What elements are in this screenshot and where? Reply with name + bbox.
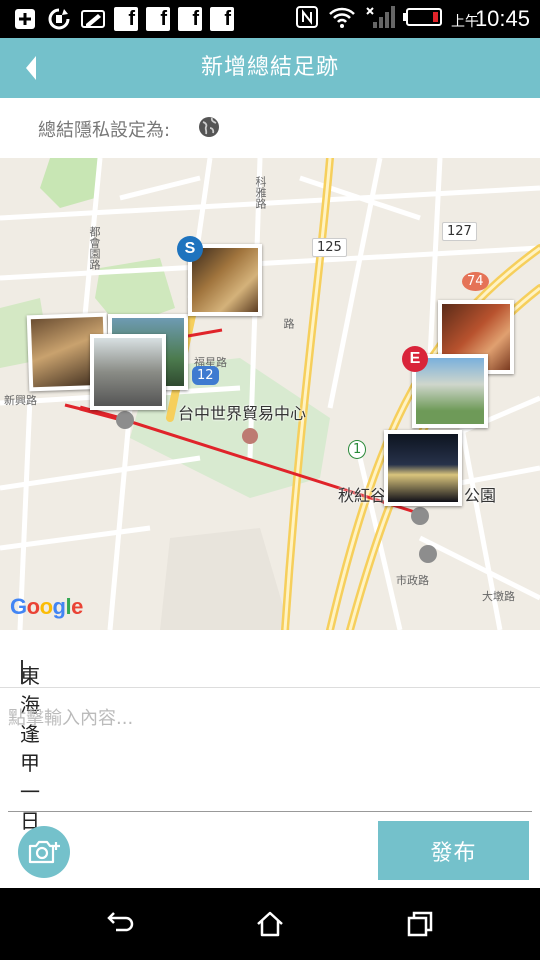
photo-thumbnail[interactable] bbox=[90, 334, 166, 410]
map-label-road: 市政路 bbox=[396, 574, 429, 587]
end-marker[interactable]: E bbox=[402, 346, 428, 372]
clock: 上午10:45 bbox=[450, 6, 530, 31]
content-placeholder: 點擊輸入內容... bbox=[8, 708, 134, 729]
back-arrow-icon bbox=[107, 912, 134, 932]
add-box-icon bbox=[12, 6, 38, 32]
map-label-world-trade-center: 台中世界貿易中心 bbox=[178, 404, 307, 423]
route-shield-125: 125 bbox=[312, 238, 347, 257]
home-icon bbox=[257, 911, 283, 937]
map-label-road: 路 bbox=[282, 318, 295, 329]
home-nav-button[interactable] bbox=[254, 908, 286, 940]
route-shield-127: 127 bbox=[442, 222, 477, 241]
signal-icon bbox=[365, 4, 395, 34]
map-label-road: 科雅路 bbox=[254, 176, 267, 209]
route-shield-12: 12 bbox=[192, 366, 219, 385]
sync-icon bbox=[46, 6, 72, 32]
facebook-icon: f bbox=[114, 7, 138, 31]
summary-title-input[interactable]: 東海逢甲一日遊 bbox=[0, 632, 540, 862]
globe-icon[interactable] bbox=[198, 116, 220, 142]
map-label-road: 新興路 bbox=[4, 394, 37, 407]
route-shield-74: 74 bbox=[462, 272, 489, 291]
camera-add-icon bbox=[28, 840, 60, 864]
map-view[interactable]: 台中世界貿易中心 秋紅谷 公園 新興路 市政路 大墩路 科雅路 都會園路 路 福… bbox=[0, 158, 540, 630]
battery-icon bbox=[402, 7, 443, 31]
map-label-road: 都會園路 bbox=[88, 226, 101, 270]
recents-icon bbox=[407, 911, 433, 937]
status-bar: f f f f 上午10:45 bbox=[0, 0, 540, 38]
publish-button[interactable]: 發布 bbox=[378, 821, 529, 880]
notification-icons: f f f f bbox=[12, 6, 234, 32]
facebook-icon: f bbox=[210, 7, 234, 31]
divider bbox=[8, 811, 532, 812]
map-label-road: 大墩路 bbox=[482, 590, 515, 603]
system-nav-bar bbox=[0, 888, 540, 960]
google-logo: Google bbox=[10, 594, 83, 619]
privacy-label: 總結隱私設定為: bbox=[38, 120, 171, 141]
facebook-icon: f bbox=[178, 7, 202, 31]
content-input[interactable]: 點擊輸入內容... bbox=[0, 690, 540, 810]
add-photo-button[interactable] bbox=[18, 826, 70, 878]
nfc-icon bbox=[295, 5, 319, 33]
photo-thumbnail[interactable] bbox=[384, 430, 462, 506]
map-label-park: 秋紅谷 bbox=[338, 486, 387, 505]
start-marker[interactable]: S bbox=[177, 236, 203, 262]
system-icons: 上午10:45 bbox=[295, 4, 530, 34]
back-nav-button[interactable] bbox=[104, 908, 136, 940]
recents-nav-button[interactable] bbox=[404, 908, 436, 940]
facebook-icon: f bbox=[146, 7, 170, 31]
map-label-park-right: 公園 bbox=[464, 486, 497, 505]
page-title: 新增總結足跡 bbox=[200, 55, 339, 80]
text-caret bbox=[21, 660, 23, 684]
wifi-icon bbox=[327, 5, 357, 33]
app-bar: 新增總結足跡 bbox=[0, 38, 540, 98]
privacy-setting-row: 總結隱私設定為: bbox=[0, 98, 540, 158]
edit-icon bbox=[80, 6, 106, 32]
